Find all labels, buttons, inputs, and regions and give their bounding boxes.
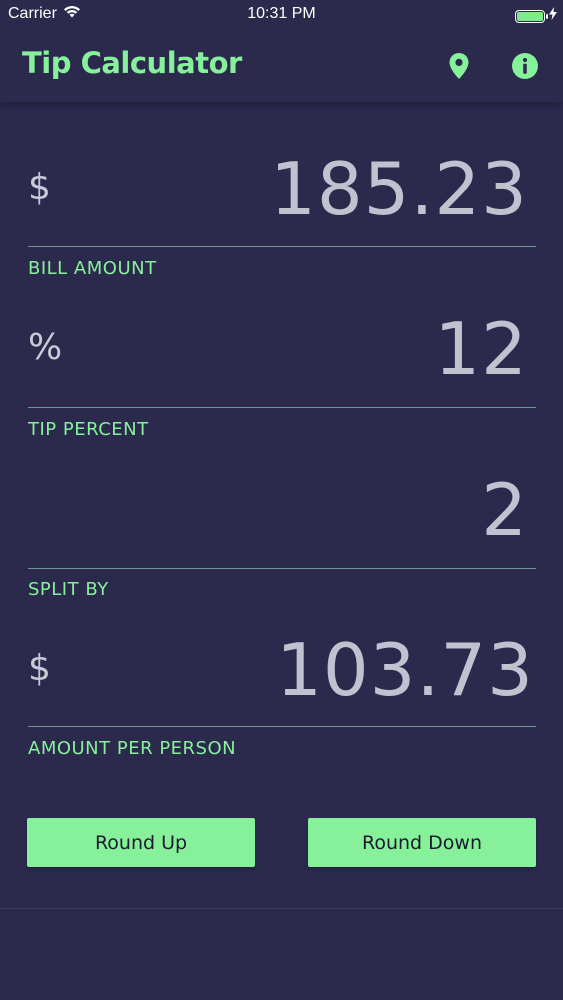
- amount-per-person-field: $ 103.73: [28, 626, 536, 716]
- info-icon[interactable]: [511, 52, 539, 80]
- nav-bar: Tip Calculator: [0, 30, 563, 102]
- split-by-value[interactable]: 2: [481, 468, 528, 552]
- tip-percent-field[interactable]: % 12: [28, 307, 536, 397]
- round-up-button[interactable]: Round Up: [27, 818, 255, 867]
- location-pin-icon[interactable]: [445, 52, 473, 80]
- bill-amount-label: BILL AMOUNT: [28, 258, 157, 279]
- tip-percent-label: TIP PERCENT: [28, 419, 149, 440]
- status-time: 10:31 PM: [247, 5, 316, 22]
- tip-divider: [28, 407, 536, 408]
- tip-percent-value[interactable]: 12: [434, 307, 528, 391]
- split-by-label: SPLIT BY: [28, 579, 109, 600]
- tip-percent-symbol: %: [28, 327, 63, 368]
- split-divider: [28, 568, 536, 569]
- calculator-form: $ 185.23 BILL AMOUNT % 12 TIP PERCENT 2 …: [0, 102, 563, 908]
- round-down-button[interactable]: Round Down: [308, 818, 536, 867]
- amount-per-person-label: AMOUNT PER PERSON: [28, 738, 237, 759]
- per-person-divider: [28, 726, 536, 727]
- battery-icon: [515, 9, 548, 23]
- bottom-area: [0, 909, 563, 1000]
- battery-group: [515, 7, 557, 25]
- charging-bolt-icon: [549, 7, 557, 25]
- status-bar: Carrier 10:31 PM: [0, 0, 563, 30]
- bill-divider: [28, 246, 536, 247]
- split-by-field[interactable]: 2: [28, 468, 536, 558]
- battery-cap: [546, 13, 548, 19]
- amount-per-person-value: 103.73: [276, 628, 534, 712]
- bill-amount-field[interactable]: $ 185.23: [28, 147, 536, 237]
- bill-currency-symbol: $: [28, 167, 51, 208]
- bill-amount-value[interactable]: 185.23: [270, 147, 528, 231]
- app-title: Tip Calculator: [22, 46, 242, 80]
- battery-fill: [517, 11, 543, 21]
- per-person-currency-symbol: $: [28, 648, 51, 689]
